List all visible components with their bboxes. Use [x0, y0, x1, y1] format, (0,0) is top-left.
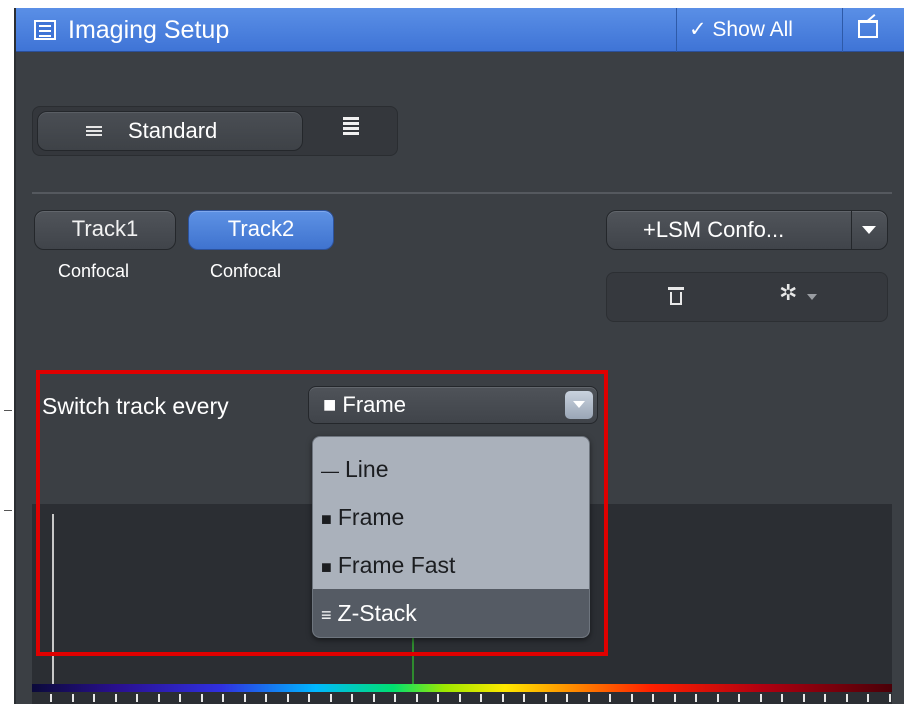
scale-tick: [673, 694, 676, 702]
stack-bar-icon: [343, 122, 359, 125]
view-mode-group: Standard: [32, 106, 398, 156]
standard-mode-label: Standard: [128, 118, 218, 143]
stack-bar-icon: [343, 117, 359, 120]
scale-tick: [351, 694, 353, 702]
scale-tick: [759, 694, 762, 702]
scale-tick: [329, 694, 332, 702]
scale-tick: [114, 694, 117, 702]
show-all-toggle[interactable]: ✓ Show All: [689, 17, 793, 43]
gear-icon[interactable]: ✲: [779, 282, 797, 306]
scale-tick: [372, 694, 375, 702]
scale-tick: [265, 694, 267, 702]
scale-tick: [93, 694, 95, 702]
header-divider: [842, 8, 843, 52]
scale-tick: [415, 694, 418, 702]
edge-tick: [4, 410, 12, 411]
scale-tick: [630, 694, 633, 702]
scale-tick: [308, 694, 310, 702]
panel-header: Imaging Setup ✓ Show All: [16, 8, 904, 52]
scale-tick: [136, 694, 138, 702]
track2-button[interactable]: Track2: [188, 210, 334, 250]
stack-bar-icon: [343, 127, 359, 130]
scale-tick: [458, 694, 461, 702]
scale-tick: [716, 694, 719, 702]
chevron-down-icon[interactable]: [862, 226, 876, 234]
list-icon: [86, 126, 102, 128]
wavelength-ticks: [32, 692, 892, 704]
scale-tick: [286, 694, 289, 702]
edge-tick: [4, 510, 12, 511]
scale-tick: [652, 694, 654, 702]
scale-tick: [781, 694, 783, 702]
track1-type-label: Confocal: [58, 261, 130, 281]
trash-icon[interactable]: [668, 287, 684, 305]
scale-tick: [50, 694, 52, 702]
trash-lid: [668, 287, 684, 290]
scale-tick: [867, 694, 869, 702]
track-tools-bar: ✲: [606, 272, 888, 322]
scale-tick: [888, 694, 891, 702]
track1-button[interactable]: Track1: [34, 210, 176, 250]
expert-mode-button[interactable]: [343, 117, 359, 137]
scale-tick: [200, 694, 203, 702]
scale-tick: [695, 694, 697, 702]
scale-tick: [501, 694, 504, 702]
red-highlight-box: [36, 370, 608, 656]
wavelength-spectrum-bar: [32, 684, 892, 692]
scale-tick: [179, 694, 181, 702]
scale-tick: [71, 694, 74, 702]
split-divider: [851, 211, 852, 249]
scale-tick: [523, 694, 525, 702]
imaging-setup-panel: Imaging Setup ✓ Show All Standard Track1…: [14, 8, 904, 704]
scale-tick: [609, 694, 611, 702]
header-divider: [676, 8, 677, 52]
trash-body: [670, 292, 682, 305]
scale-tick: [544, 694, 547, 702]
left-edge-strip: [0, 0, 14, 704]
scale-tick: [738, 694, 740, 702]
chevron-down-icon[interactable]: [807, 294, 817, 300]
scale-tick: [845, 694, 848, 702]
scale-tick: [802, 694, 805, 702]
undock-icon[interactable]: [858, 20, 878, 38]
stack-bar-icon: [343, 132, 359, 135]
scale-tick: [566, 694, 568, 702]
scale-tick: [222, 694, 224, 702]
track2-type-label: Confocal: [210, 261, 282, 281]
scale-tick: [824, 694, 826, 702]
imaging-setup-icon: [34, 20, 56, 40]
standard-mode-button[interactable]: Standard: [37, 111, 303, 151]
scale-tick: [394, 694, 396, 702]
add-lsm-confocal-button[interactable]: +LSM Confo...: [606, 210, 888, 250]
scale-tick: [587, 694, 590, 702]
scale-tick: [437, 694, 439, 702]
scale-tick: [243, 694, 246, 702]
scale-tick: [157, 694, 160, 702]
scale-tick: [480, 694, 482, 702]
section-divider: [32, 192, 892, 194]
add-lsm-label: +LSM Confo...: [643, 217, 785, 242]
panel-title: Imaging Setup: [68, 16, 230, 44]
